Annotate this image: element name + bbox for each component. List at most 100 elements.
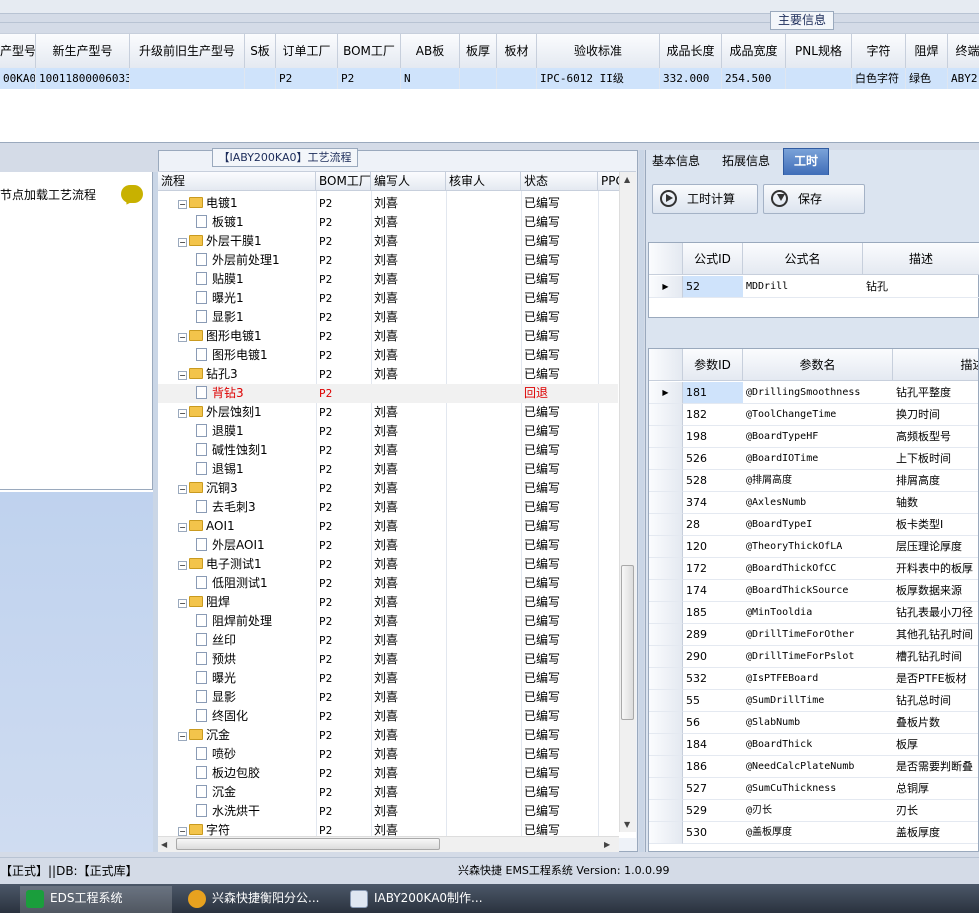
column-header[interactable]: 成品长度 bbox=[660, 34, 722, 68]
parameter-row[interactable]: 532 @IsPTFEBoard 是否PTFE板材 bbox=[649, 668, 978, 690]
row-selector[interactable] bbox=[649, 712, 683, 734]
row-selector[interactable] bbox=[649, 492, 683, 514]
tree-row[interactable]: 丝印 P2 刘喜 已编写 bbox=[158, 631, 618, 650]
right-splitter[interactable] bbox=[639, 150, 644, 852]
tree-row[interactable]: 喷砂 P2 刘喜 已编写 bbox=[158, 745, 618, 764]
parameter-row[interactable]: ▶ 181 @DrillingSmoothness 钻孔平整度 bbox=[649, 382, 978, 404]
row-selector[interactable] bbox=[649, 536, 683, 558]
parameter-row[interactable]: 28 @BoardTypeI 板卡类型I bbox=[649, 514, 978, 536]
tree-node[interactable]: − 钻孔3 bbox=[178, 365, 314, 384]
column-header[interactable]: PNL规格 bbox=[786, 34, 852, 68]
tree-row[interactable]: 图形电镀1 P2 刘喜 已编写 bbox=[158, 346, 618, 365]
column-header[interactable]: 升级前旧生产型号 bbox=[130, 34, 245, 68]
tree-row[interactable]: 水洗烘干 P2 刘喜 已编写 bbox=[158, 802, 618, 821]
tree-node[interactable]: 预烘 bbox=[196, 650, 314, 669]
tree-row[interactable]: 碱性蚀刻1 P2 刘喜 已编写 bbox=[158, 441, 618, 460]
parameter-row[interactable]: 172 @BoardThickOfCC 开料表中的板厚 bbox=[649, 558, 978, 580]
tree-node[interactable]: 外层前处理1 bbox=[196, 251, 314, 270]
tree-row[interactable]: − 阻焊 P2 刘喜 已编写 bbox=[158, 593, 618, 612]
left-panel-list[interactable]: 节点加载工艺流程 bbox=[0, 172, 153, 490]
row-selector[interactable] bbox=[649, 624, 683, 646]
column-header[interactable]: 字符 bbox=[852, 34, 906, 68]
column-header[interactable]: 状态 bbox=[521, 172, 598, 191]
column-header[interactable]: 公式名 bbox=[743, 243, 863, 275]
collapse-icon[interactable]: − bbox=[178, 200, 187, 209]
row-selector[interactable] bbox=[649, 668, 683, 690]
column-header[interactable]: 成品宽度 bbox=[722, 34, 786, 68]
column-header[interactable]: 产型号 bbox=[0, 34, 36, 68]
tree-node[interactable]: − 沉铜3 bbox=[178, 479, 314, 498]
column-header[interactable]: 参数ID bbox=[683, 349, 743, 381]
tree-node[interactable]: − 电子测试1 bbox=[178, 555, 314, 574]
row-selector[interactable] bbox=[649, 426, 683, 448]
tab-basic-info[interactable]: 基本信息 bbox=[648, 150, 704, 173]
tree-node[interactable]: − 阻焊 bbox=[178, 593, 314, 612]
row-selector[interactable] bbox=[649, 822, 683, 844]
column-header[interactable]: 订单工厂 bbox=[276, 34, 338, 68]
tree-node[interactable]: 外层AOI1 bbox=[196, 536, 314, 555]
scroll-up-icon[interactable]: ▲ bbox=[624, 175, 630, 185]
column-header[interactable]: S板 bbox=[245, 34, 276, 68]
column-header[interactable]: 编写人 bbox=[371, 172, 446, 191]
tree-row[interactable]: 退锡1 P2 刘喜 已编写 bbox=[158, 460, 618, 479]
parameter-row[interactable]: 527 @SumCuThickness 总铜厚 bbox=[649, 778, 978, 800]
tree-row[interactable]: 曝光 P2 刘喜 已编写 bbox=[158, 669, 618, 688]
column-header[interactable]: 板材 bbox=[497, 34, 537, 68]
tree-row[interactable]: − 电镀1 P2 刘喜 已编写 bbox=[158, 194, 618, 213]
parameter-row[interactable]: 184 @BoardThick 板厚 bbox=[649, 734, 978, 756]
scroll-left-icon[interactable]: ◀ bbox=[161, 840, 167, 850]
tree-row[interactable]: 退膜1 P2 刘喜 已编写 bbox=[158, 422, 618, 441]
column-header[interactable]: 验收标准 bbox=[537, 34, 660, 68]
tree-node[interactable]: 曝光 bbox=[196, 669, 314, 688]
tree-node[interactable]: 板边包胶 bbox=[196, 764, 314, 783]
column-header[interactable]: AB板 bbox=[401, 34, 460, 68]
row-selector[interactable]: ▶ bbox=[649, 382, 683, 404]
tree-node[interactable]: − 电镀1 bbox=[178, 194, 314, 213]
tree-node[interactable]: − AOI1 bbox=[178, 517, 314, 536]
collapse-icon[interactable]: − bbox=[178, 371, 187, 380]
collapse-icon[interactable]: − bbox=[178, 827, 187, 836]
column-header[interactable]: 终端 bbox=[948, 34, 979, 68]
row-selector[interactable] bbox=[649, 734, 683, 756]
row-selector[interactable] bbox=[649, 580, 683, 602]
collapse-icon[interactable]: − bbox=[178, 732, 187, 741]
scroll-right-icon[interactable]: ▶ bbox=[604, 840, 610, 850]
tree-node[interactable]: 水洗烘干 bbox=[196, 802, 314, 821]
tree-node[interactable]: 去毛刺3 bbox=[196, 498, 314, 517]
tree-row[interactable]: 背钻3 P2 回退 bbox=[158, 384, 618, 403]
scroll-down-icon[interactable]: ▼ bbox=[624, 820, 630, 830]
tree-horizontal-thumb[interactable] bbox=[176, 838, 440, 850]
tab-extended-info[interactable]: 拓展信息 bbox=[716, 150, 776, 173]
tree-row[interactable]: 曝光1 P2 刘喜 已编写 bbox=[158, 289, 618, 308]
column-header[interactable]: 新生产型号 bbox=[36, 34, 130, 68]
parameter-row[interactable]: 374 @AxlesNumb 轴数 bbox=[649, 492, 978, 514]
parameter-row[interactable]: 528 @排屑高度 排屑高度 bbox=[649, 470, 978, 492]
tree-row[interactable]: 显影 P2 刘喜 已编写 bbox=[158, 688, 618, 707]
tree-node[interactable]: 阻焊前处理 bbox=[196, 612, 314, 631]
parameter-row[interactable]: 289 @DrillTimeForOther 其他孔钻孔时间 bbox=[649, 624, 978, 646]
tree-node[interactable]: 喷砂 bbox=[196, 745, 314, 764]
tree-vertical-thumb[interactable] bbox=[621, 565, 634, 720]
collapse-icon[interactable]: − bbox=[178, 561, 187, 570]
parameter-row[interactable]: 55 @SumDrillTime 钻孔总时间 bbox=[649, 690, 978, 712]
row-selector[interactable] bbox=[649, 690, 683, 712]
tree-node[interactable]: 板镀1 bbox=[196, 213, 314, 232]
tree-row[interactable]: − 电子测试1 P2 刘喜 已编写 bbox=[158, 555, 618, 574]
tab-work-time[interactable]: 工时 bbox=[783, 148, 829, 175]
tree-node[interactable]: 贴膜1 bbox=[196, 270, 314, 289]
taskbar-item-eds[interactable]: EDS工程系统 bbox=[20, 886, 172, 913]
tree-node[interactable]: − 外层干膜1 bbox=[178, 232, 314, 251]
tree-node[interactable]: 图形电镀1 bbox=[196, 346, 314, 365]
row-selector[interactable] bbox=[649, 470, 683, 492]
tree-row[interactable]: 板边包胶 P2 刘喜 已编写 bbox=[158, 764, 618, 783]
row-selector[interactable]: ▶ bbox=[649, 276, 683, 298]
collapse-icon[interactable]: − bbox=[178, 599, 187, 608]
tree-node[interactable]: 丝印 bbox=[196, 631, 314, 650]
tree-node[interactable]: 低阻测试1 bbox=[196, 574, 314, 593]
column-header[interactable]: 流程 bbox=[158, 172, 316, 191]
taskbar-item-document[interactable]: IABY200KA0制作... bbox=[344, 886, 504, 913]
tree-row[interactable]: 预烘 P2 刘喜 已编写 bbox=[158, 650, 618, 669]
collapse-icon[interactable]: − bbox=[178, 238, 187, 247]
tree-row[interactable]: − 外层干膜1 P2 刘喜 已编写 bbox=[158, 232, 618, 251]
tree-node[interactable]: 终固化 bbox=[196, 707, 314, 726]
